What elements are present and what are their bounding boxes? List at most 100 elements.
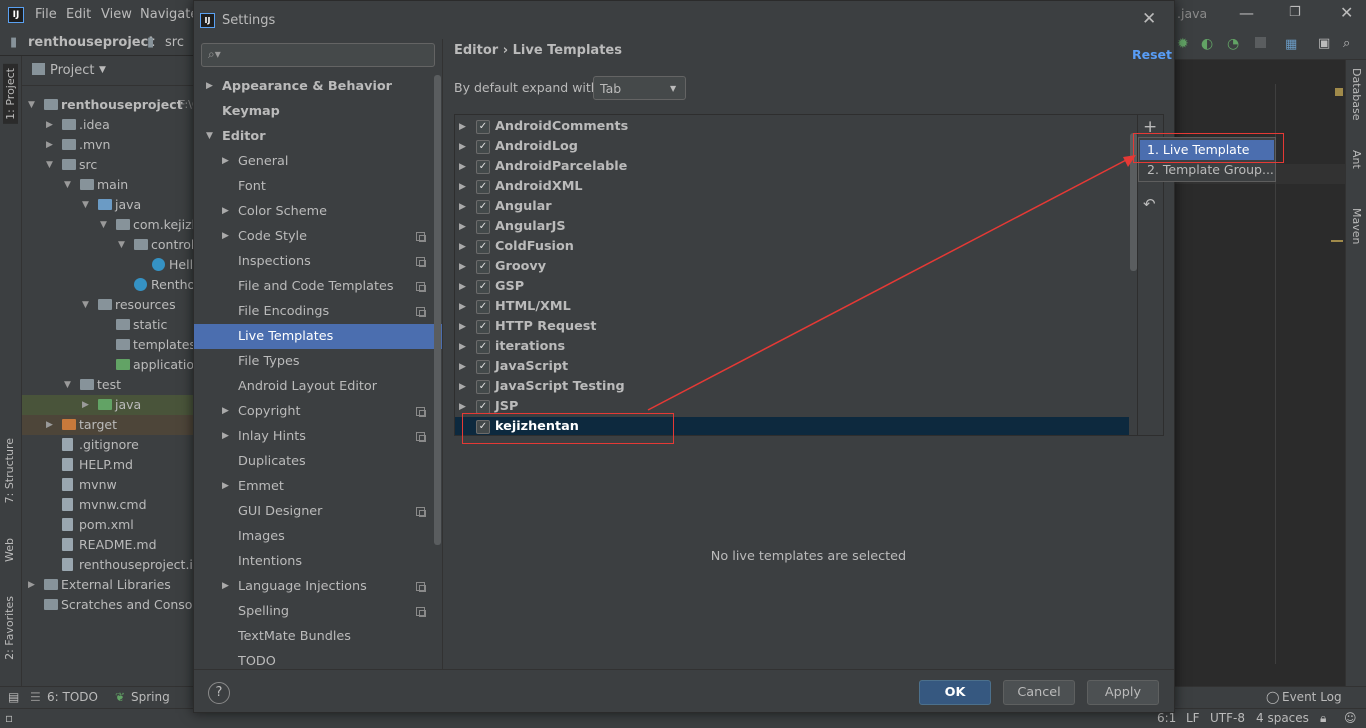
chevron-right-icon[interactable]: ▶ <box>222 474 229 499</box>
tab-database[interactable]: Database <box>1350 68 1363 121</box>
tree-item[interactable]: Hell <box>22 255 194 275</box>
chevron-down-icon[interactable]: ▼ <box>99 65 106 75</box>
tool-windows-icon[interactable]: ▤ <box>8 690 19 704</box>
ok-button[interactable]: OK <box>919 680 991 705</box>
checkbox[interactable]: ✓ <box>476 320 490 334</box>
chevron-right-icon[interactable]: ▶ <box>459 217 466 237</box>
coverage-icon[interactable]: ◐ <box>1201 36 1213 52</box>
chevron-down-icon[interactable]: ▼ <box>100 215 107 235</box>
tree-item[interactable]: ▼ src <box>22 155 194 175</box>
tree-item[interactable]: ▶ External Libraries <box>22 575 194 595</box>
nav-item[interactable]: File and Code Templates <box>194 274 442 299</box>
chevron-down-icon[interactable]: ▼ <box>82 195 89 215</box>
chevron-right-icon[interactable]: ▶ <box>28 575 35 595</box>
search-field[interactable] <box>232 46 428 64</box>
chevron-right-icon[interactable]: ▶ <box>459 117 466 137</box>
tree-item[interactable]: ▶ .mvn <box>22 135 194 155</box>
tree-item[interactable]: Scratches and Console <box>22 595 194 615</box>
stop-icon[interactable] <box>1255 37 1266 48</box>
checkbox[interactable]: ✓ <box>476 360 490 374</box>
chevron-right-icon[interactable]: ▶ <box>222 199 229 224</box>
nav-item[interactable]: Live Templates <box>194 324 442 349</box>
tab-favorites[interactable]: 2: Favorites <box>3 596 16 660</box>
chevron-right-icon[interactable]: ▶ <box>46 115 53 135</box>
project-panel-title[interactable]: Project <box>50 63 94 78</box>
close-window-icon[interactable]: ✕ <box>1340 3 1353 22</box>
chevron-down-icon[interactable]: ▼ <box>64 175 71 195</box>
chevron-right-icon[interactable]: ▶ <box>222 574 229 599</box>
checkbox[interactable]: ✓ <box>476 300 490 314</box>
expand-with-select[interactable]: Tab ▼ <box>593 76 686 100</box>
settings-search-input[interactable]: ⌕▾ <box>201 43 435 67</box>
nav-item[interactable]: Duplicates <box>194 449 442 474</box>
chevron-right-icon[interactable]: ▶ <box>459 177 466 197</box>
nav-item[interactable]: ▶ Appearance & Behavior <box>194 74 442 99</box>
chevron-right-icon[interactable]: ▶ <box>222 424 229 449</box>
chevron-down-icon[interactable]: ▼ <box>28 95 35 115</box>
checkbox[interactable]: ✓ <box>476 140 490 154</box>
tree-item[interactable]: templates <box>22 335 194 355</box>
nav-item[interactable]: ▶ Color Scheme <box>194 199 442 224</box>
tree-item[interactable]: README.md <box>22 535 194 555</box>
file-encoding[interactable]: UTF-8 <box>1210 711 1245 725</box>
tab-web[interactable]: Web <box>3 538 16 562</box>
checkbox[interactable]: ✓ <box>476 160 490 174</box>
apply-button[interactable]: Apply <box>1087 680 1159 705</box>
nav-item[interactable]: TextMate Bundles <box>194 624 442 649</box>
profile-icon[interactable]: ◔ <box>1227 36 1239 52</box>
tab-project[interactable]: 1: Project <box>3 64 18 124</box>
nav-item[interactable]: ▶ Copyright <box>194 399 442 424</box>
indent-setting[interactable]: 4 spaces <box>1256 711 1309 725</box>
restore-icon[interactable]: ↶ <box>1143 195 1156 213</box>
tree-item[interactable]: mvnw <box>22 475 194 495</box>
nav-item[interactable]: ▶ Code Style <box>194 224 442 249</box>
chevron-down-icon[interactable]: ▼ <box>206 124 213 149</box>
tab-maven[interactable]: Maven <box>1350 208 1363 244</box>
checkbox[interactable]: ✓ <box>476 400 490 414</box>
chevron-right-icon[interactable]: ▶ <box>459 197 466 217</box>
minimize-icon[interactable]: — <box>1239 4 1254 22</box>
nav-item[interactable]: ▶ Language Injections <box>194 574 442 599</box>
chevron-right-icon[interactable]: ▶ <box>206 74 213 99</box>
chevron-right-icon[interactable]: ▶ <box>222 149 229 174</box>
menu-edit[interactable]: Edit <box>66 7 91 22</box>
tree-item[interactable]: mvnw.cmd <box>22 495 194 515</box>
nav-item[interactable]: Inspections <box>194 249 442 274</box>
help-button[interactable]: ? <box>208 682 230 704</box>
chevron-right-icon[interactable]: ▶ <box>459 137 466 157</box>
tree-item[interactable]: ▼ com.kejizh <box>22 215 194 235</box>
menu-file[interactable]: File <box>35 7 57 22</box>
nav-project[interactable]: renthouseproject <box>28 35 155 50</box>
restore-icon[interactable]: ❐ <box>1289 5 1301 20</box>
chevron-down-icon[interactable]: ▼ <box>46 155 53 175</box>
nav-item[interactable]: Spelling <box>194 599 442 624</box>
chevron-down-icon[interactable]: ▼ <box>82 295 89 315</box>
nav-scrollbar[interactable] <box>434 75 441 545</box>
caret-position[interactable]: 6:1 <box>1157 711 1176 725</box>
chevron-right-icon[interactable]: ▶ <box>459 237 466 257</box>
checkbox[interactable]: ✓ <box>476 180 490 194</box>
search-everywhere-icon[interactable]: ⌕ <box>1343 36 1350 51</box>
tab-ant[interactable]: Ant <box>1350 150 1363 169</box>
checkbox[interactable]: ✓ <box>476 280 490 294</box>
tree-item[interactable]: ▼ main <box>22 175 194 195</box>
chevron-right-icon[interactable]: ▶ <box>222 224 229 249</box>
nav-item[interactable]: ▶ Inlay Hints <box>194 424 442 449</box>
menu-item-template-group[interactable]: 2. Template Group... <box>1140 160 1274 180</box>
tab-spring[interactable]: Spring <box>131 690 170 704</box>
nav-src[interactable]: src <box>165 35 184 50</box>
editor-tab-title[interactable]: .java <box>1177 6 1207 21</box>
tree-item[interactable]: ▼ control <box>22 235 194 255</box>
close-icon[interactable]: ✕ <box>1142 9 1156 29</box>
tree-item[interactable]: ▶ java <box>22 395 194 415</box>
template-group-row[interactable]: ▶ ✓ AndroidComments <box>455 117 1129 137</box>
nav-item[interactable]: Keymap <box>194 99 442 124</box>
chevron-right-icon[interactable]: ▶ <box>459 317 466 337</box>
tree-item[interactable]: HELP.md <box>22 455 194 475</box>
debug-icon[interactable]: ✹ <box>1177 36 1189 52</box>
tree-item[interactable]: ▶ .idea <box>22 115 194 135</box>
terminal-icon[interactable]: ▣ <box>1318 36 1330 51</box>
tree-item[interactable]: renthouseproject.im <box>22 555 194 575</box>
nav-item[interactable]: GUI Designer <box>194 499 442 524</box>
tree-item[interactable]: .gitignore <box>22 435 194 455</box>
